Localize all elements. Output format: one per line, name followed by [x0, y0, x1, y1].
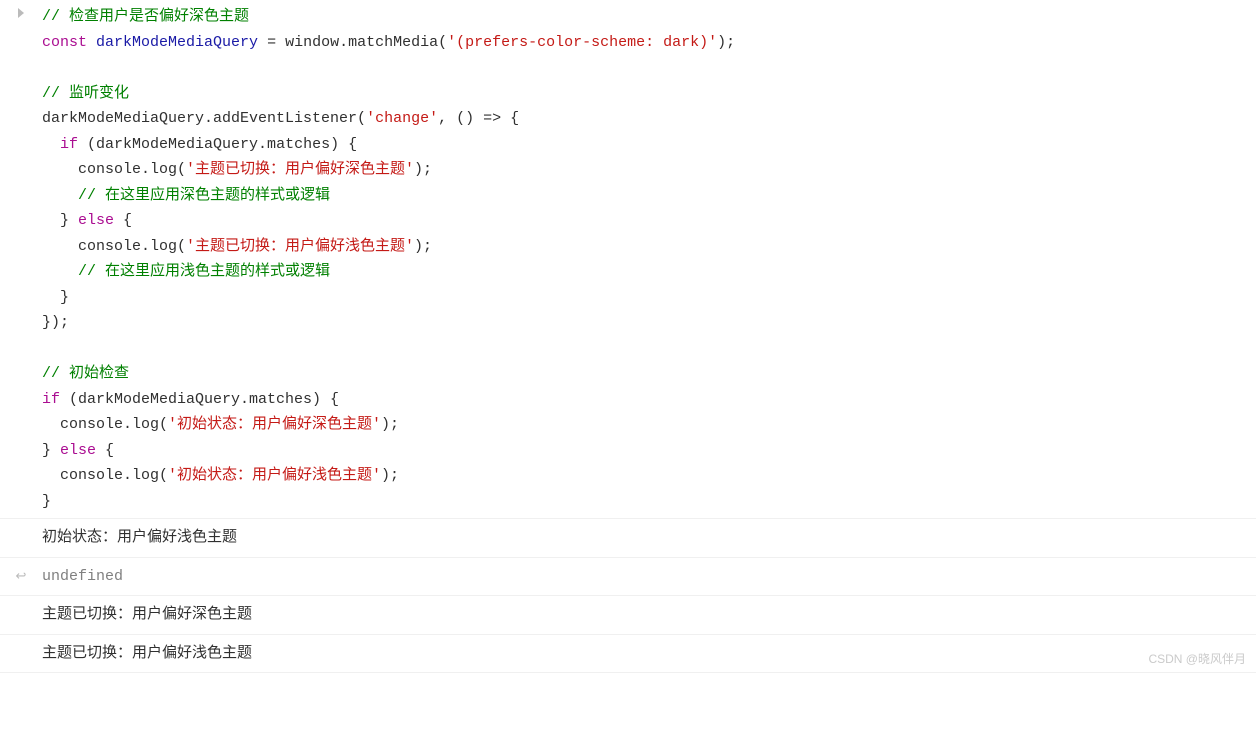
- log-message: 主题已切换：用户偏好浅色主题: [42, 639, 1256, 669]
- log-message: 初始状态：用户偏好浅色主题: [42, 523, 1256, 553]
- console-log-row: 初始状态：用户偏好浅色主题: [0, 519, 1256, 558]
- log-gutter: [0, 523, 42, 553]
- log-gutter: [0, 600, 42, 630]
- console-input-row[interactable]: // 检查用户是否偏好深色主题 const darkModeMediaQuery…: [0, 0, 1256, 519]
- return-value: undefined: [42, 562, 1256, 592]
- watermark-text: CSDN @晓风伴月: [1148, 649, 1246, 669]
- log-message: 主题已切换：用户偏好深色主题: [42, 600, 1256, 630]
- console-log-row: 主题已切换：用户偏好浅色主题: [0, 635, 1256, 674]
- console-return-row: ↩ undefined: [0, 558, 1256, 597]
- return-prompt-icon: ↩: [0, 562, 42, 592]
- log-gutter: [0, 639, 42, 669]
- code-input-area[interactable]: // 检查用户是否偏好深色主题 const darkModeMediaQuery…: [42, 4, 1256, 514]
- console-log-row: 主题已切换：用户偏好深色主题: [0, 596, 1256, 635]
- input-prompt-icon: [0, 4, 42, 514]
